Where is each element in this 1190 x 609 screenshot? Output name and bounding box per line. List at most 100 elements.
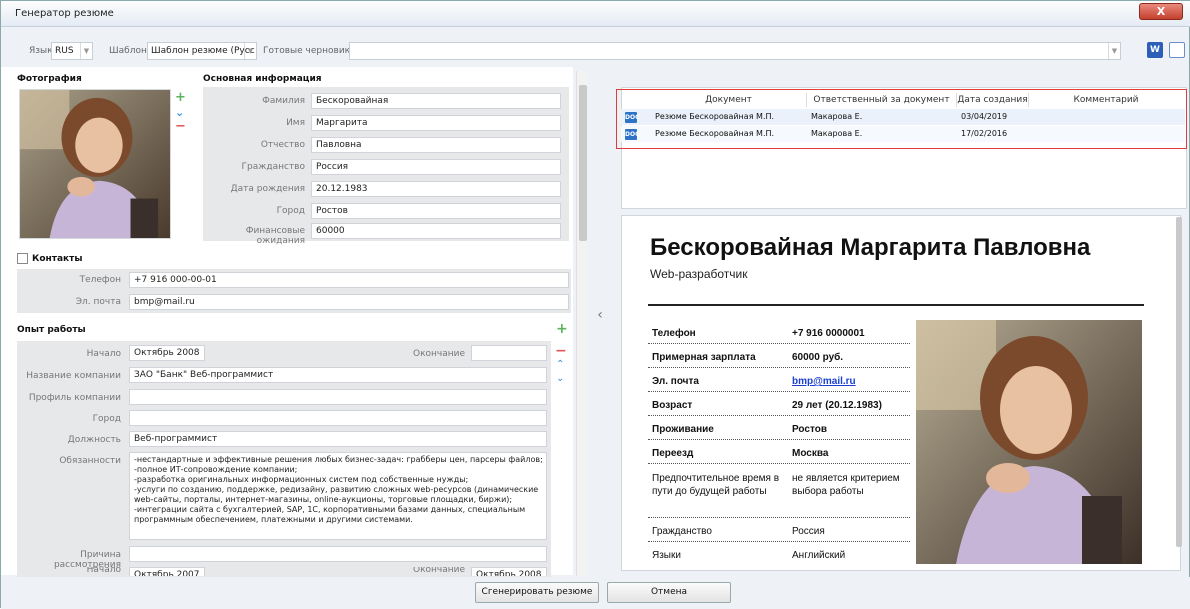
- resume-preview: Бескоровайная Маргарита Павловна Web-раз…: [621, 215, 1181, 571]
- drafts-label: Готовые черновики: [263, 46, 356, 56]
- toolbar: Язык RUS ▼ Шаблон Шаблон резюме (Русс ▼ …: [11, 39, 1189, 63]
- exp-city-input[interactable]: [129, 410, 547, 426]
- preview-photo: [916, 320, 1142, 564]
- template-label: Шаблон: [109, 46, 147, 56]
- preview-row: Языки Английский: [648, 542, 910, 566]
- preview-value: Москва: [792, 448, 829, 459]
- main-info-title: Основная информация: [203, 74, 322, 84]
- field-row: Отчество Павловна: [203, 137, 569, 153]
- company-input[interactable]: ЗАО "Банк" Веб-программист: [129, 367, 547, 383]
- duties-textarea[interactable]: -нестандартные и эффективные решения люб…: [129, 452, 547, 540]
- close-button[interactable]: X: [1139, 3, 1183, 20]
- preview-value: Ростов: [792, 424, 827, 435]
- preview-row: Эл. почта bmp@mail.ru: [648, 368, 910, 392]
- language-select[interactable]: RUS ▼: [51, 42, 93, 60]
- phone-input[interactable]: +7 916 000-00-01: [129, 272, 569, 288]
- email-input[interactable]: bmp@mail.ru: [129, 294, 569, 310]
- reason-input[interactable]: [129, 546, 547, 562]
- phone-label: Телефон: [79, 275, 121, 285]
- start-label: Начало: [86, 349, 121, 359]
- word-export-icon[interactable]: W: [1147, 42, 1163, 58]
- field-label: Город: [276, 206, 305, 216]
- preview-email-link[interactable]: bmp@mail.ru: [792, 376, 856, 387]
- divider: [648, 304, 1144, 306]
- main-info-panel: Фамилия Бескоровайная Имя Маргарита Отче…: [203, 87, 569, 246]
- scroll-thumb[interactable]: [1176, 217, 1182, 547]
- language-value: RUS: [55, 46, 74, 56]
- city-input[interactable]: Ростов: [311, 203, 561, 219]
- add-icon[interactable]: +: [175, 91, 186, 104]
- chevron-down-icon: ▼: [244, 43, 256, 59]
- scroll-thumb[interactable]: [579, 85, 587, 241]
- salary-input[interactable]: 60000: [311, 223, 561, 239]
- resume-generator-window: Генератор резюме X Язык RUS ▼ Шаблон Шаб…: [0, 0, 1190, 609]
- cancel-button[interactable]: Отмена: [607, 582, 731, 603]
- field-label: Фамилия: [262, 96, 305, 106]
- remove-icon[interactable]: −: [555, 343, 567, 359]
- selection-highlight: [616, 89, 1187, 149]
- company-profile-label: Профиль компании: [28, 393, 121, 403]
- preview-row: Гражданство Россия: [648, 518, 910, 542]
- field-label: Дата рождения: [230, 184, 305, 194]
- preview-scrollbar[interactable]: [1176, 215, 1182, 571]
- field-row: Город Ростов: [203, 203, 569, 219]
- preview-value: не является критерием выбора работы: [792, 473, 900, 497]
- preview-row: Телефон +7 916 0000001: [648, 320, 910, 344]
- chevron-down-icon[interactable]: ⌄: [556, 373, 564, 384]
- preview-key: Телефон: [652, 328, 696, 339]
- preview-key: Переезд: [652, 448, 694, 459]
- start-date-input[interactable]: Октябрь 2008: [129, 345, 205, 361]
- preview-key: Возраст: [652, 400, 693, 411]
- preview-value: +7 916 0000001: [792, 328, 865, 339]
- position-label: Должность: [67, 435, 121, 445]
- preview-key: Гражданство: [652, 526, 712, 537]
- next-start-input[interactable]: Октябрь 2007: [129, 567, 205, 576]
- chevron-up-icon[interactable]: ⌃: [556, 359, 564, 370]
- drafts-select[interactable]: ▼: [349, 42, 1121, 60]
- company-profile-input[interactable]: [129, 389, 547, 405]
- preview-toggle-icon[interactable]: [1169, 42, 1185, 58]
- contacts-checkbox[interactable]: [17, 253, 28, 264]
- field-row: Финансовые ожидания 60000: [203, 223, 569, 246]
- position-input[interactable]: Веб-программист: [129, 431, 547, 447]
- company-label: Название компании: [26, 371, 121, 381]
- end-label: Окончание: [412, 349, 465, 359]
- field-label: Имя: [286, 118, 305, 128]
- profile-photo: [20, 90, 170, 238]
- collapse-arrow-icon[interactable]: ‹: [593, 307, 607, 327]
- patronymic-input[interactable]: Павловна: [311, 137, 561, 153]
- birth-date-input[interactable]: 20.12.1983: [311, 181, 561, 197]
- chevron-down-icon: ▼: [1108, 43, 1120, 59]
- preview-row: Предпочтительное время в пути до будущей…: [648, 464, 910, 518]
- template-select[interactable]: Шаблон резюме (Русс ▼: [147, 42, 257, 60]
- chevron-down-icon[interactable]: ⌄: [175, 107, 184, 119]
- first-name-input[interactable]: Маргарита: [311, 115, 561, 131]
- next-start-label: Начало: [86, 567, 121, 575]
- chevron-down-icon: ▼: [80, 43, 92, 59]
- email-label: Эл. почта: [75, 297, 121, 307]
- title-bar: Генератор резюме X: [1, 1, 1190, 27]
- next-experience-row: Начало Октябрь 2007 Окончание Октябрь 20…: [17, 567, 551, 576]
- preview-key: Проживание: [652, 424, 714, 435]
- left-scrollbar[interactable]: [576, 71, 588, 576]
- preview-row: Примерная зарплата 60000 руб.: [648, 344, 910, 368]
- citizenship-input[interactable]: Россия: [311, 159, 561, 175]
- preview-key: Эл. почта: [652, 376, 699, 387]
- field-row: Имя Маргарита: [203, 115, 569, 131]
- duties-label: Обязанности: [59, 456, 121, 466]
- last-name-input[interactable]: Бескоровайная: [311, 93, 561, 109]
- preview-key: Языки: [652, 550, 681, 561]
- generate-resume-button[interactable]: Сгенерировать резюме: [475, 582, 599, 603]
- end-date-input[interactable]: [471, 345, 547, 361]
- preview-value: 29 лет (20.12.1983): [792, 400, 882, 411]
- button-bar: Сгенерировать резюме Отмена: [1, 577, 1190, 609]
- next-end-label: Окончание: [412, 567, 465, 575]
- template-value: Шаблон резюме (Русс: [151, 46, 255, 56]
- remove-icon[interactable]: −: [175, 120, 186, 133]
- preview-full-name: Бескоровайная Маргарита Павловна: [650, 234, 1091, 261]
- field-row: Дата рождения 20.12.1983: [203, 181, 569, 197]
- photo-frame: [19, 89, 171, 239]
- preview-row: Возраст 29 лет (20.12.1983): [648, 392, 910, 416]
- next-end-input[interactable]: Октябрь 2008: [471, 567, 547, 576]
- add-icon[interactable]: +: [556, 321, 568, 337]
